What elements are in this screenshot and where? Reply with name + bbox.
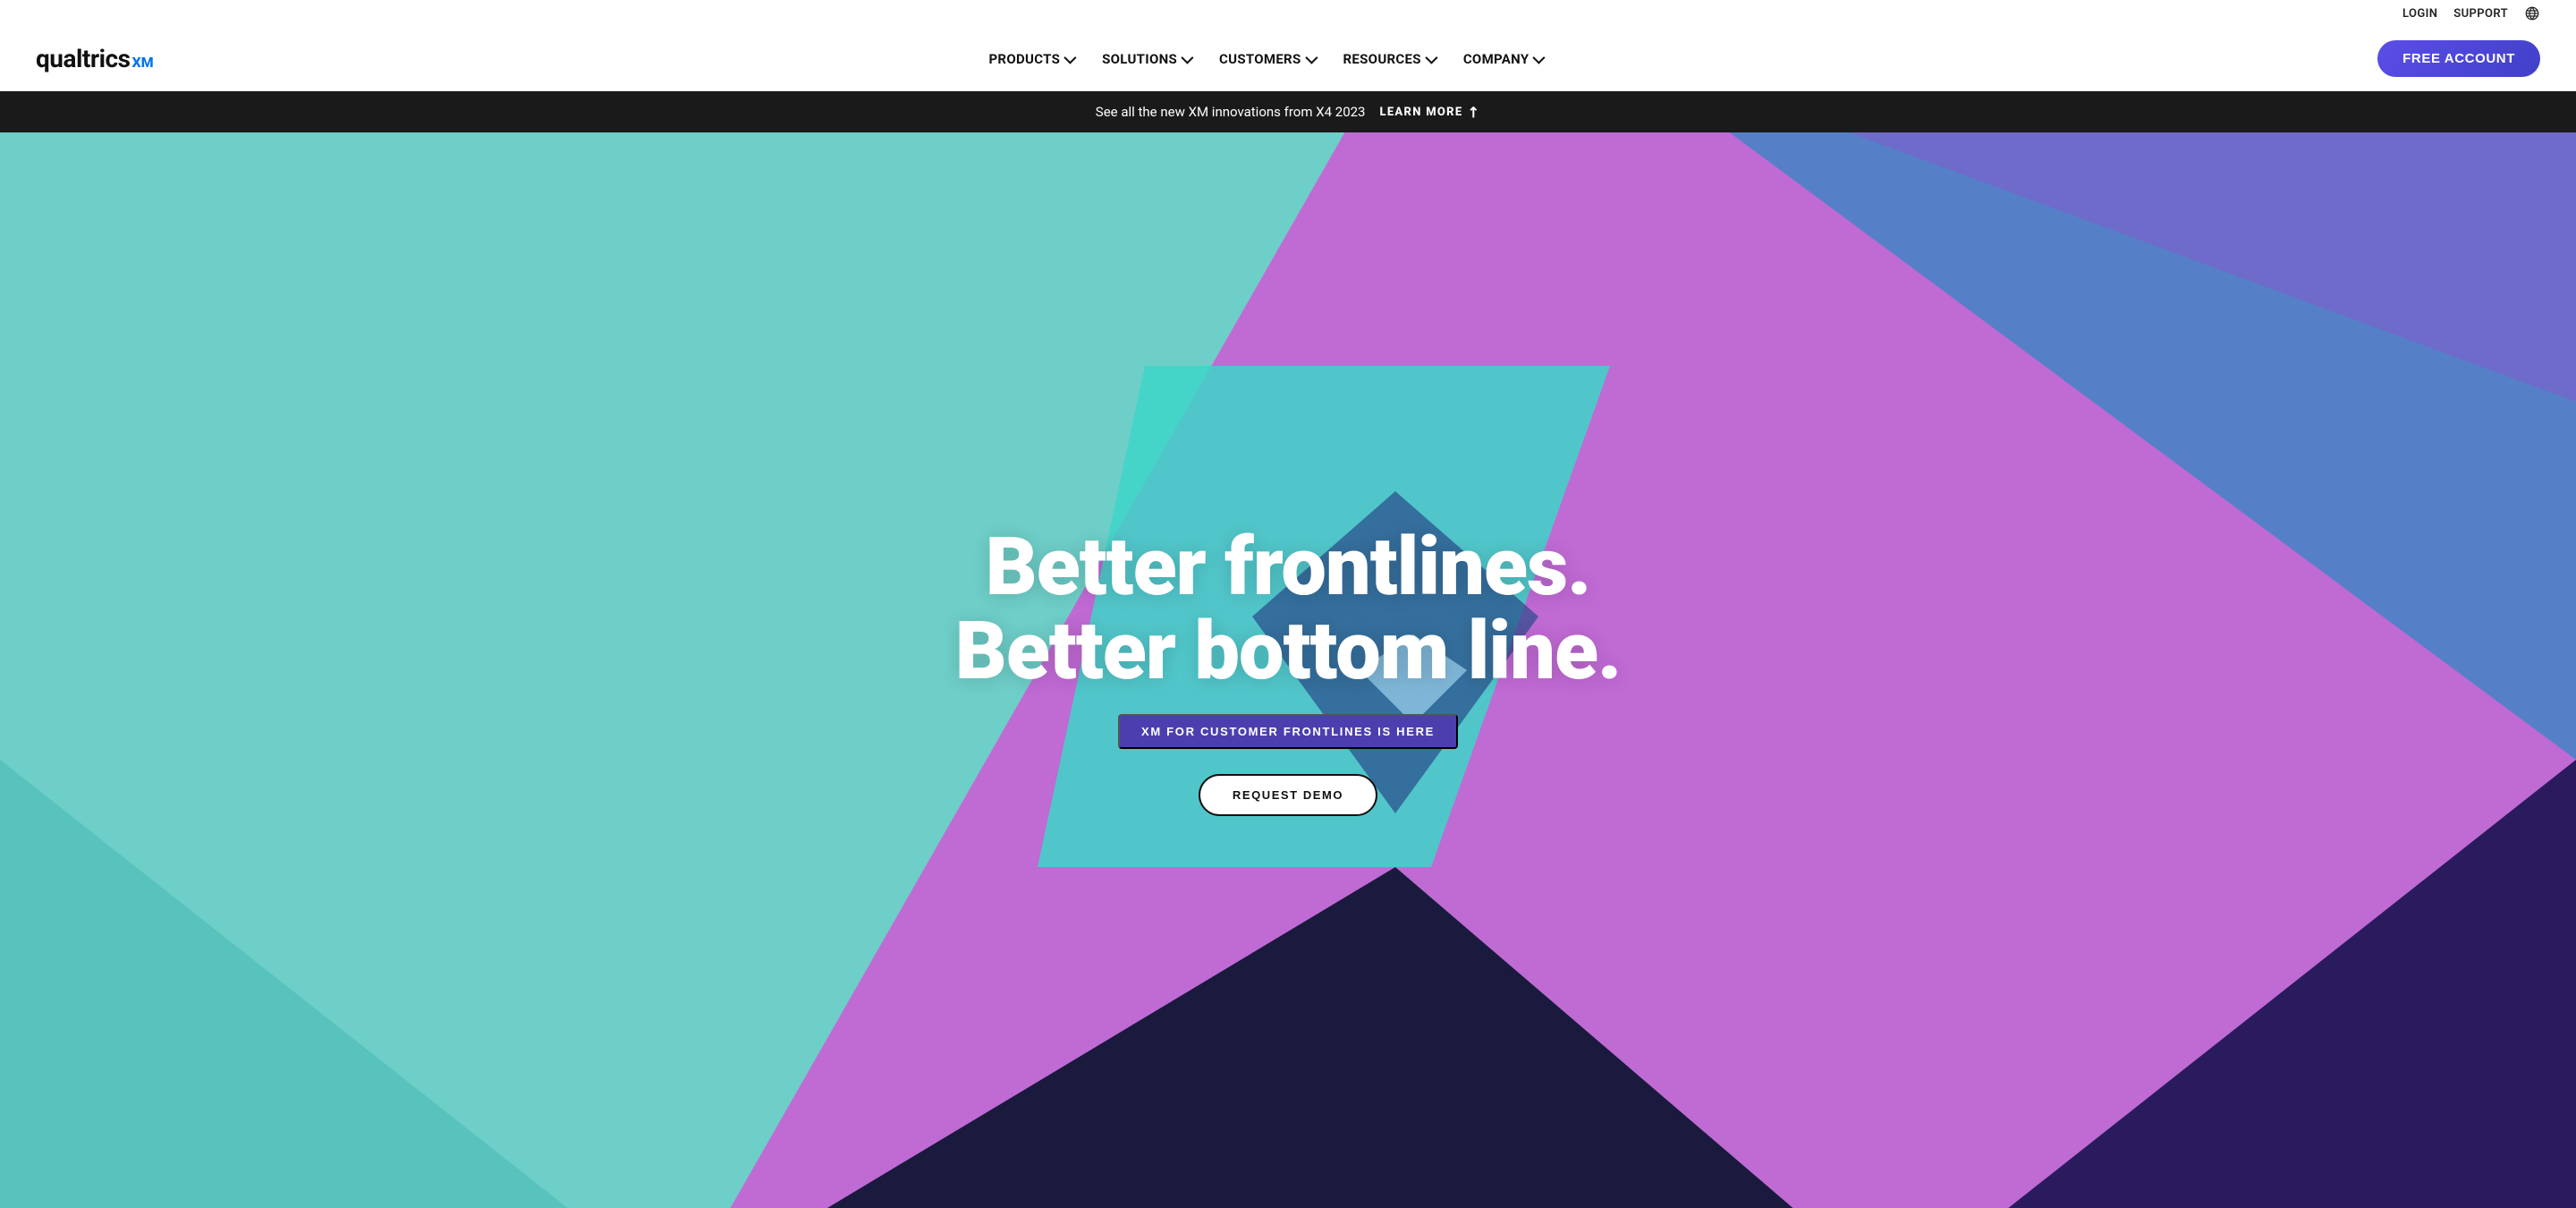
nav-item-customers[interactable]: CUSTOMERS bbox=[1207, 44, 1326, 74]
learn-more-label: LEARN MORE bbox=[1380, 106, 1463, 119]
learn-more-link[interactable]: LEARN MORE ↗ bbox=[1380, 105, 1481, 120]
logo[interactable]: qualtricsXM bbox=[36, 44, 154, 73]
hero-content: Better frontlines. Better bottom line. X… bbox=[937, 507, 1639, 834]
chevron-down-icon bbox=[1533, 51, 1546, 64]
navbar: qualtricsXM PRODUCTS SOLUTIONS CUSTOMERS… bbox=[0, 27, 2576, 91]
free-account-button[interactable]: FREE ACCOUNT bbox=[2377, 40, 2540, 77]
hero-title-line1: Better frontlines. bbox=[986, 520, 1591, 614]
logo-xm: XM bbox=[131, 54, 153, 71]
globe-icon[interactable] bbox=[2524, 5, 2540, 21]
announcement-banner: See all the new XM innovations from X4 2… bbox=[0, 91, 2576, 132]
utility-bar: LOGIN SUPPORT bbox=[0, 0, 2576, 27]
support-link[interactable]: SUPPORT bbox=[2453, 7, 2508, 21]
hero-title: Better frontlines. Better bottom line. bbox=[955, 525, 1621, 694]
nav-label-resources: RESOURCES bbox=[1343, 51, 1421, 67]
chevron-down-icon bbox=[1425, 51, 1437, 64]
nav-item-company[interactable]: COMPANY bbox=[1451, 44, 1555, 74]
announcement-text: See all the new XM innovations from X4 2… bbox=[1096, 104, 1366, 120]
chevron-down-icon bbox=[1063, 51, 1076, 64]
hero-section: Better frontlines. Better bottom line. X… bbox=[0, 132, 2576, 1208]
nav-label-customers: CUSTOMERS bbox=[1219, 51, 1301, 67]
hero-title-line2: Better bottom line. bbox=[955, 604, 1621, 698]
nav-links: PRODUCTS SOLUTIONS CUSTOMERS RESOURCES bbox=[976, 44, 1555, 74]
logo-text: qualtrics bbox=[36, 44, 130, 73]
chevron-down-icon bbox=[1181, 51, 1193, 64]
nav-item-resources[interactable]: RESOURCES bbox=[1331, 44, 1447, 74]
nav-label-products: PRODUCTS bbox=[988, 51, 1060, 67]
nav-item-products[interactable]: PRODUCTS bbox=[976, 44, 1086, 74]
nav-label-solutions: SOLUTIONS bbox=[1102, 51, 1177, 67]
nav-label-company: COMPANY bbox=[1463, 51, 1530, 67]
nav-item-solutions[interactable]: SOLUTIONS bbox=[1089, 44, 1203, 74]
hero-badge-button[interactable]: XM FOR CUSTOMER FRONTLINES IS HERE bbox=[1118, 714, 1458, 749]
login-link[interactable]: LOGIN bbox=[2402, 7, 2437, 21]
request-demo-button[interactable]: REQUEST DEMO bbox=[1199, 774, 1377, 816]
chevron-down-icon bbox=[1305, 51, 1318, 64]
arrow-diagonal-icon: ↗ bbox=[1463, 100, 1485, 122]
